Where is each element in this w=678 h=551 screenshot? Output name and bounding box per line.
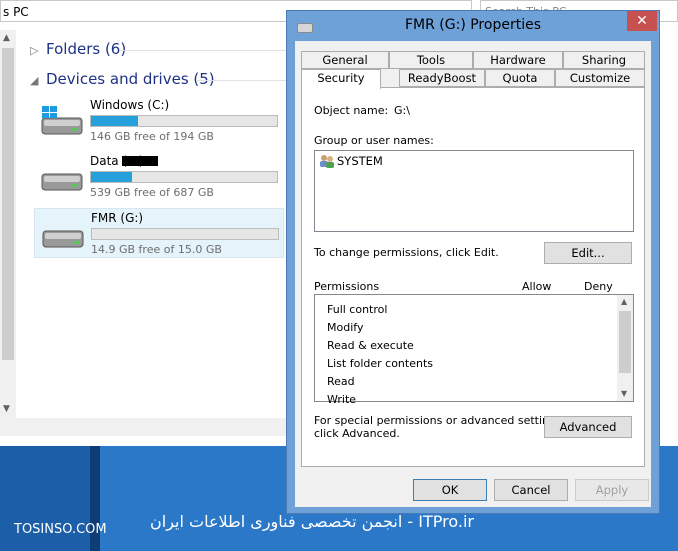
drive-usage-bar bbox=[90, 115, 278, 127]
tab-customize[interactable]: Customize bbox=[555, 69, 645, 87]
folders-group-header[interactable]: ▷ Folders (6) bbox=[30, 40, 126, 58]
tab-tools[interactable]: Tools bbox=[389, 51, 473, 69]
divider bbox=[120, 50, 286, 51]
explorer-scrollbar[interactable]: ▲ ▼ bbox=[0, 30, 16, 418]
special-permissions-text-2: click Advanced. bbox=[314, 427, 400, 440]
scroll-down-icon[interactable]: ▼ bbox=[3, 404, 10, 414]
watermark-right: ITPro.ir - انجمن تخصصی فناوری اطلاعات ای… bbox=[150, 512, 474, 531]
scroll-thumb[interactable] bbox=[2, 48, 14, 360]
tab-sharing[interactable]: Sharing bbox=[563, 51, 645, 69]
allow-column-header: Allow bbox=[522, 280, 552, 293]
edit-button[interactable]: Edit... bbox=[544, 242, 632, 264]
tab-readyboost[interactable]: ReadyBoost bbox=[399, 69, 485, 87]
scroll-thumb[interactable] bbox=[619, 311, 631, 373]
hard-drive-icon bbox=[41, 173, 83, 191]
permission-item: Read bbox=[327, 375, 355, 388]
change-permissions-text: To change permissions, click Edit. bbox=[314, 246, 499, 259]
permission-item: Write bbox=[327, 393, 357, 406]
drive-usage-bar bbox=[90, 171, 278, 183]
cancel-button[interactable]: Cancel bbox=[494, 479, 568, 501]
security-tab-page: Object name: G:\ Group or user names: SY… bbox=[301, 87, 645, 467]
divider bbox=[196, 80, 286, 81]
permission-item: List folder contents bbox=[327, 357, 433, 370]
permission-item: Full control bbox=[327, 303, 388, 316]
permission-item: Read & execute bbox=[327, 339, 414, 352]
drive-usage-fill bbox=[91, 172, 132, 182]
drive-name: FMR (G:) bbox=[91, 211, 144, 225]
permissions-listbox[interactable]: Full control Modify Read & execute List … bbox=[314, 294, 634, 406]
close-button[interactable]: ✕ bbox=[627, 11, 657, 31]
drive-usage-bar bbox=[91, 228, 279, 240]
address-text: s PC bbox=[3, 5, 29, 19]
folders-group-label: Folders (6) bbox=[46, 40, 127, 58]
permissions-label: Permissions bbox=[314, 280, 380, 293]
windows-drive-icon bbox=[41, 106, 83, 135]
group-listbox[interactable]: SYSTEM bbox=[314, 150, 634, 232]
redaction-mark bbox=[122, 156, 158, 166]
devices-group-header[interactable]: ◢ Devices and drives (5) bbox=[30, 70, 215, 88]
tab-hardware[interactable]: Hardware bbox=[473, 51, 563, 69]
drive-name: Windows (C:) bbox=[90, 98, 170, 112]
drive-free-space: 539 GB free of 687 GB bbox=[90, 186, 214, 199]
permissions-scrollbar[interactable]: ▲ ▼ bbox=[617, 295, 633, 401]
object-name-value: G:\ bbox=[394, 104, 410, 117]
devices-group-label: Devices and drives (5) bbox=[46, 70, 215, 88]
chevron-down-icon: ◢ bbox=[30, 74, 39, 87]
deny-column-header: Deny bbox=[584, 280, 613, 293]
scroll-up-icon[interactable]: ▲ bbox=[621, 297, 627, 306]
drive-item-g[interactable]: FMR (G:) 14.9 GB free of 15.0 GB bbox=[34, 208, 284, 258]
horizontal-scrollbar[interactable] bbox=[0, 418, 290, 436]
advanced-button[interactable]: Advanced bbox=[544, 416, 632, 438]
tab-security[interactable]: Security bbox=[301, 69, 381, 89]
permission-item: Modify bbox=[327, 321, 364, 334]
drive-item-e[interactable]: Data (E:) 539 GB free of 687 GB bbox=[34, 152, 284, 202]
scroll-up-icon[interactable]: ▲ bbox=[3, 33, 10, 43]
dialog-title: FMR (G:) Properties bbox=[404, 17, 541, 33]
tab-quota[interactable]: Quota bbox=[485, 69, 555, 87]
chevron-right-icon: ▷ bbox=[30, 44, 39, 57]
drive-free-space: 14.9 GB free of 15.0 GB bbox=[91, 243, 222, 256]
properties-dialog: FMR (G:) Properties ✕ General Tools Hard… bbox=[286, 10, 660, 514]
ok-button[interactable]: OK bbox=[413, 479, 487, 501]
apply-button[interactable]: Apply bbox=[575, 479, 649, 501]
group-label: Group or user names: bbox=[314, 134, 434, 147]
group-name: SYSTEM bbox=[337, 154, 383, 168]
watermark-left: TOSINSO.COM bbox=[14, 522, 107, 537]
tab-general[interactable]: General bbox=[301, 51, 389, 69]
drive-item-c[interactable]: Windows (C:) 146 GB free of 194 GB bbox=[34, 96, 284, 146]
removable-drive-icon bbox=[42, 230, 84, 248]
special-permissions-text: For special permissions or advanced sett… bbox=[314, 414, 566, 427]
object-name-label: Object name: bbox=[314, 104, 389, 117]
drive-usage-fill bbox=[91, 116, 138, 126]
drive-free-space: 146 GB free of 194 GB bbox=[90, 130, 214, 143]
dialog-body: General Tools Hardware Sharing ReadyBoos… bbox=[295, 41, 651, 507]
scroll-down-icon[interactable]: ▼ bbox=[621, 389, 627, 398]
users-icon bbox=[320, 155, 334, 168]
